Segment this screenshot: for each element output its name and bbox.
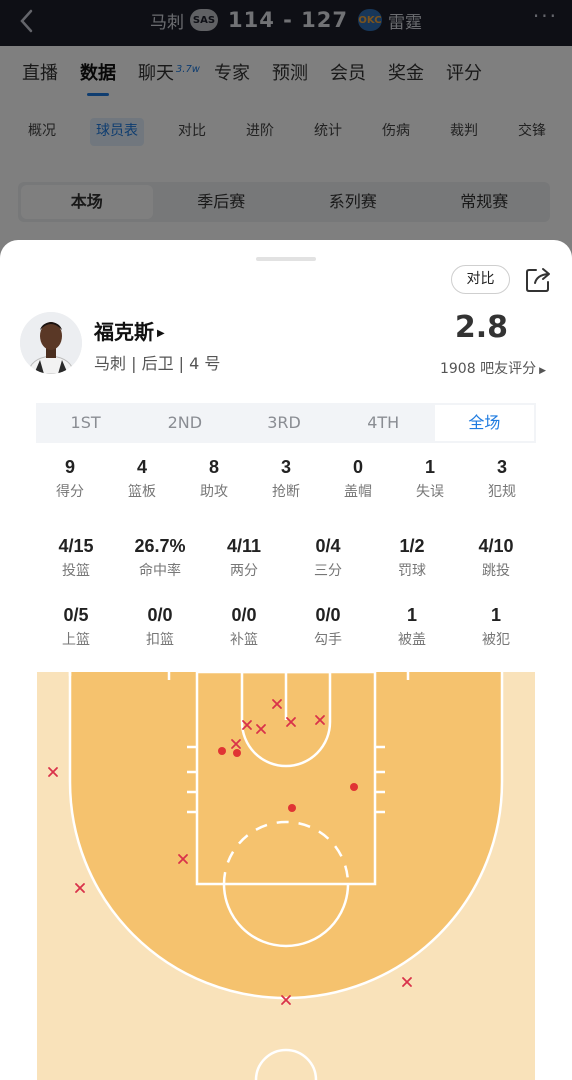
stat-label: 罚球 (398, 563, 426, 579)
player-detail-sheet: 对比 福克斯 ▶ 马刺 | 后卫 | 4 号 2.8 1908 吧友评分 ▶ 1ST… (0, 240, 572, 1080)
stat-value: 4/11 (226, 536, 262, 556)
stat-two-pointers: 4/11 两分 (202, 535, 286, 579)
stat-label: 抢断 (272, 484, 300, 500)
stat-label: 犯规 (488, 484, 516, 500)
stat-value: 3 (496, 457, 507, 477)
stat-fg-percentage: 26.7% 命中率 (118, 535, 202, 579)
stats-row-basic: 9 得分 4 篮板 8 助攻 3 抢断 0 盖帽 1 失误 3 犯规 (34, 456, 538, 500)
sheet-drag-handle[interactable] (256, 257, 316, 261)
stat-value: 8 (208, 457, 219, 477)
player-name-text: 福克斯 (94, 320, 154, 344)
stat-label: 勾手 (314, 632, 342, 648)
made-shot-marker (218, 747, 226, 755)
stat-label: 助攻 (200, 484, 228, 500)
stat-value: 0/0 (231, 605, 257, 625)
stat-fouls: 3 犯规 (466, 456, 538, 500)
stat-label: 补篮 (230, 632, 258, 648)
player-team-position: 马刺 | 后卫 | 4 号 (94, 354, 221, 373)
stat-value: 4/10 (478, 536, 514, 556)
stat-blocked: 1 被盖 (370, 604, 454, 648)
stats-row-shot-types: 0/5 上篮 0/0 扣篮 0/0 补篮 0/0 勾手 1 被盖 1 被犯 (34, 604, 538, 648)
period-tab-4th[interactable]: 4TH (334, 403, 433, 443)
stat-value: 1/2 (399, 536, 425, 556)
stat-value: 26.7% (134, 536, 186, 556)
stat-label: 扣篮 (146, 632, 174, 648)
share-button[interactable] (524, 266, 552, 294)
stat-label: 跳投 (482, 563, 510, 579)
rating-link[interactable]: 1908 吧友评分 ▶ (440, 358, 546, 378)
stat-hook-shots: 0/0 勾手 (286, 604, 370, 648)
stat-layups: 0/5 上篮 (34, 604, 118, 648)
stat-assists: 8 助攻 (178, 456, 250, 500)
stat-free-throws: 1/2 罚球 (370, 535, 454, 579)
share-icon (526, 268, 550, 292)
stat-three-pointers: 0/4 三分 (286, 535, 370, 579)
made-shot-marker (350, 783, 358, 791)
period-tab-bar: 1ST 2ND 3RD 4TH 全场 (36, 403, 536, 443)
period-tab-3rd[interactable]: 3RD (234, 403, 333, 443)
stat-value: 4/15 (58, 536, 94, 556)
stat-points: 9 得分 (34, 456, 106, 500)
stat-label: 三分 (314, 563, 342, 579)
made-shot-marker (233, 749, 241, 757)
stat-value: 0/0 (147, 605, 173, 625)
stat-label: 被犯 (482, 632, 510, 648)
player-avatar[interactable] (20, 312, 82, 374)
stat-value: 9 (64, 457, 75, 477)
stat-label: 命中率 (139, 563, 181, 579)
stat-blocks: 0 盖帽 (322, 456, 394, 500)
caret-right-icon: ▶ (539, 366, 546, 376)
stat-steals: 3 抢断 (250, 456, 322, 500)
made-shot-marker (288, 804, 296, 812)
stat-value: 0/0 (315, 605, 341, 625)
player-name[interactable]: 福克斯 ▶ (94, 316, 165, 345)
stat-label: 投篮 (62, 563, 90, 579)
stat-tip-ins: 0/0 补篮 (202, 604, 286, 648)
shot-chart (37, 672, 535, 1080)
stat-value: 0 (352, 457, 363, 477)
stat-value: 0/5 (63, 605, 89, 625)
player-photo (20, 312, 82, 374)
stat-turnovers: 1 失误 (394, 456, 466, 500)
period-tab-2nd[interactable]: 2ND (135, 403, 234, 443)
stat-label: 两分 (230, 563, 258, 579)
compare-button[interactable]: 对比 (451, 265, 510, 294)
stat-value: 0/4 (315, 536, 341, 556)
stat-value: 1 (424, 457, 435, 477)
caret-right-icon: ▶ (157, 328, 165, 339)
player-rating: 2.8 (454, 310, 508, 345)
stat-label: 盖帽 (344, 484, 372, 500)
stat-value: 1 (406, 605, 417, 625)
stat-label: 失误 (416, 484, 444, 500)
stat-value: 4 (136, 457, 147, 477)
stat-field-goals: 4/15 投篮 (34, 535, 118, 579)
stat-jump-shots: 4/10 跳投 (454, 535, 538, 579)
stat-label: 篮板 (128, 484, 156, 500)
rating-count-label: 1908 吧友评分 (439, 361, 537, 377)
stat-value: 1 (490, 605, 501, 625)
stat-dunks: 0/0 扣篮 (118, 604, 202, 648)
period-tab-full-game[interactable]: 全场 (434, 405, 535, 441)
stat-rebounds: 4 篮板 (106, 456, 178, 500)
stat-label: 得分 (56, 484, 84, 500)
stats-row-shooting: 4/15 投篮 26.7% 命中率 4/11 两分 0/4 三分 1/2 罚球 4/10 跳… (34, 535, 538, 579)
stat-label: 上篮 (62, 632, 90, 648)
stat-value: 3 (280, 457, 291, 477)
stat-fouled: 1 被犯 (454, 604, 538, 648)
period-tab-1st[interactable]: 1ST (36, 403, 135, 443)
stat-label: 被盖 (398, 632, 426, 648)
